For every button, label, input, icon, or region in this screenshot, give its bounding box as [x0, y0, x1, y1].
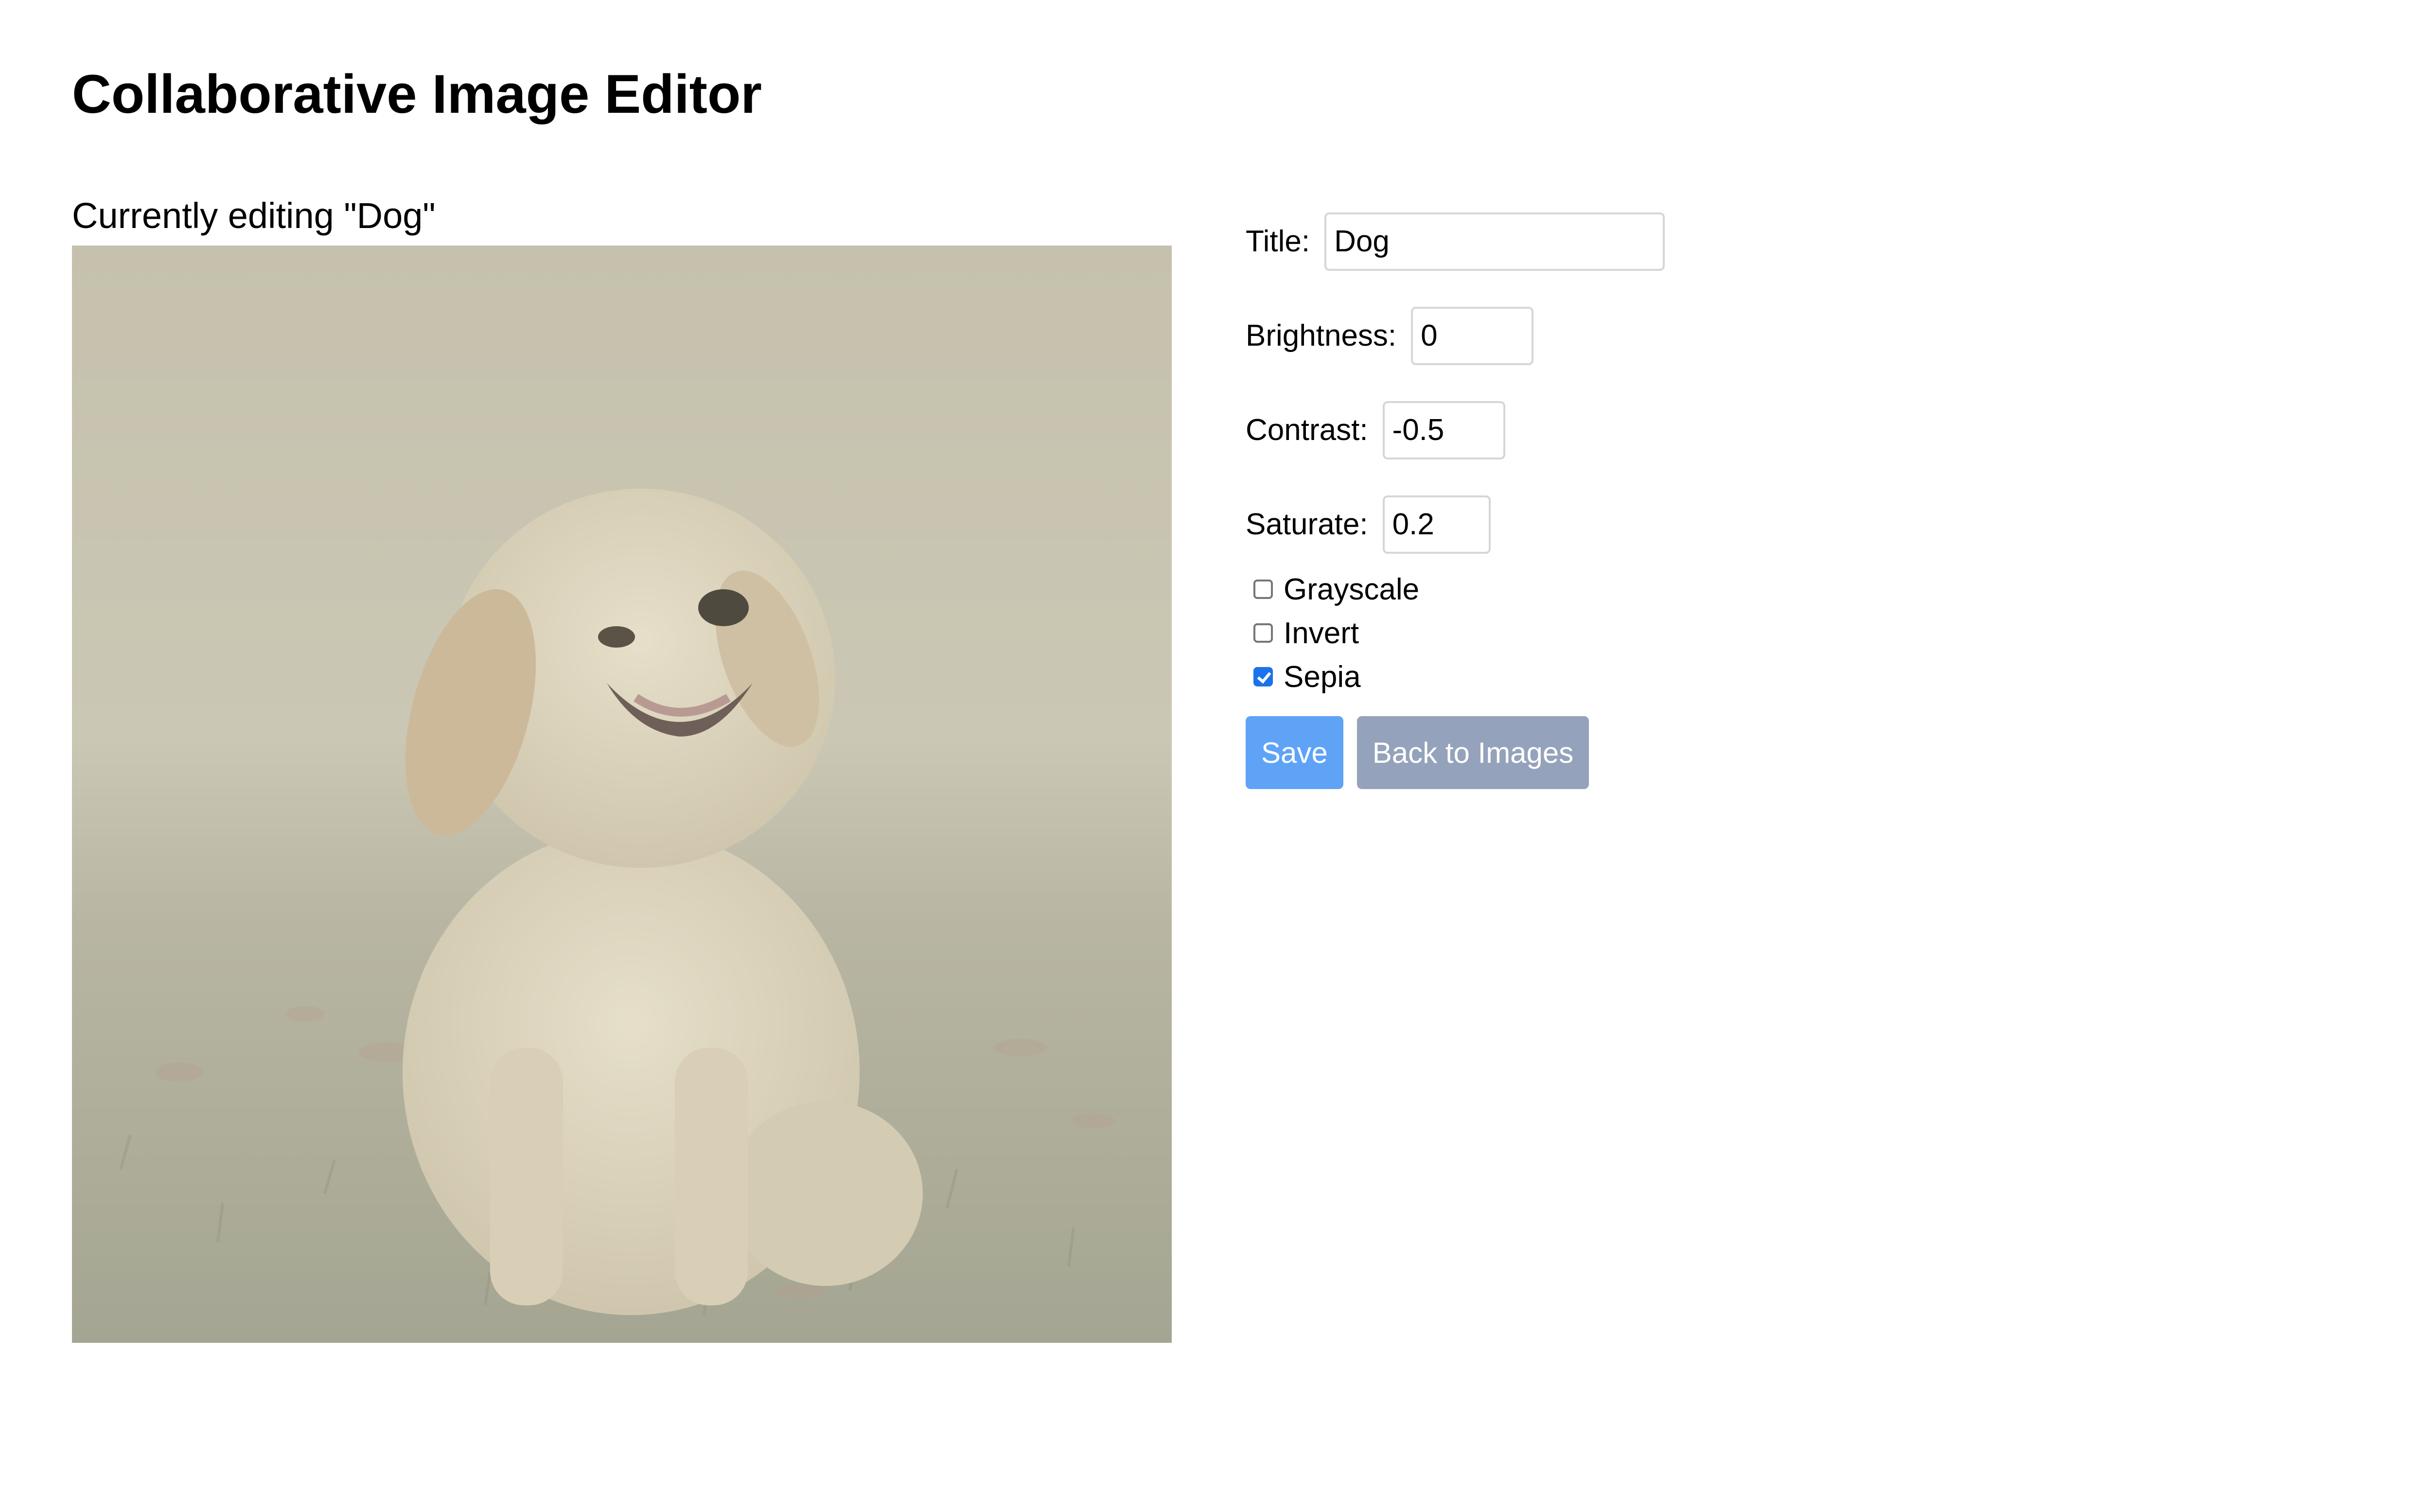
contrast-row: Contrast:	[1246, 398, 1926, 462]
title-label: Title:	[1246, 225, 1310, 258]
saturate-label: Saturate:	[1246, 508, 1368, 541]
contrast-input[interactable]	[1382, 401, 1505, 459]
sepia-label: Sepia	[1284, 660, 1361, 694]
title-row: Title:	[1246, 209, 1926, 274]
image-editor-page: Collaborative Image Editor Currently edi…	[0, 0, 2431, 1512]
puppy-photo	[72, 246, 1172, 1343]
back-to-images-button[interactable]: Back to Images	[1356, 716, 1589, 789]
saturate-row: Saturate:	[1246, 492, 1926, 557]
action-buttons: Save Back to Images	[1246, 716, 1926, 789]
saturate-input[interactable]	[1382, 495, 1491, 554]
sepia-checkbox[interactable]	[1253, 667, 1273, 686]
page-title: Collaborative Image Editor	[72, 64, 762, 124]
sepia-option[interactable]: Sepia	[1246, 655, 1926, 699]
invert-option[interactable]: Invert	[1246, 611, 1926, 655]
invert-label: Invert	[1284, 616, 1359, 650]
invert-checkbox[interactable]	[1253, 623, 1273, 643]
title-input[interactable]	[1324, 212, 1665, 271]
save-button[interactable]: Save	[1246, 716, 1343, 789]
grayscale-option[interactable]: Grayscale	[1246, 567, 1926, 611]
brightness-row: Brightness:	[1246, 303, 1926, 368]
edit-controls: Title: Brightness: Contrast: Saturate: G…	[1246, 209, 1926, 789]
editing-caption: Currently editing "Dog"	[72, 194, 436, 238]
grayscale-label: Grayscale	[1284, 572, 1420, 606]
edited-image	[72, 246, 1172, 1343]
brightness-input[interactable]	[1411, 306, 1534, 365]
editing-prefix: Currently editing	[72, 195, 344, 236]
editing-image-name: "Dog"	[344, 195, 436, 236]
brightness-label: Brightness:	[1246, 319, 1397, 352]
grayscale-checkbox[interactable]	[1253, 580, 1273, 599]
contrast-label: Contrast:	[1246, 413, 1368, 447]
